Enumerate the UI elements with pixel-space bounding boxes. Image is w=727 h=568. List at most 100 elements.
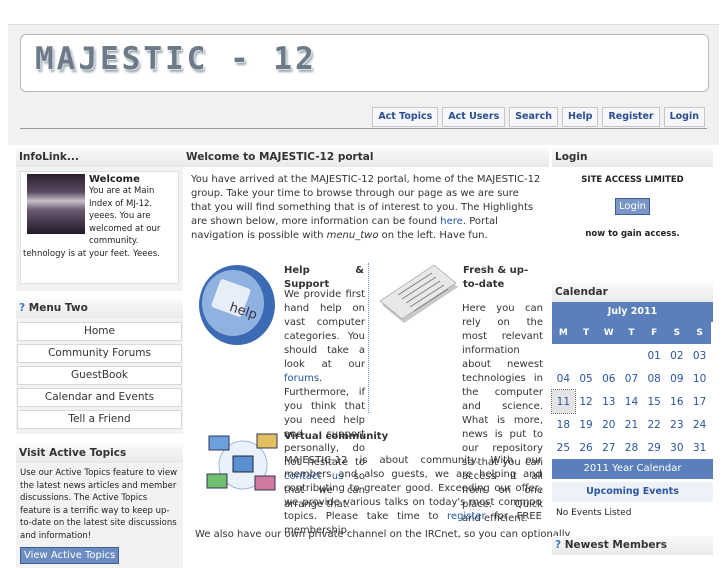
calendar-day[interactable]: 11 (551, 389, 576, 414)
no-events-text: No Events Listed (556, 508, 632, 518)
calendar-day[interactable]: 19 (575, 413, 598, 436)
weekday-label: W (597, 322, 621, 344)
login-button[interactable]: Login (615, 198, 650, 215)
calendar-day[interactable]: 15 (643, 390, 666, 413)
calendar-day[interactable]: 31 (688, 436, 711, 459)
calendar-title: Calendar (552, 283, 713, 302)
calendar-empty-cell (597, 344, 620, 367)
year-calendar-link[interactable]: 2011 Year Calendar (552, 459, 713, 479)
help-text-1: We provide first hand help on vast compu… (284, 289, 365, 370)
top-navigation: Act Topics Act Users Search Help Registe… (372, 107, 705, 127)
nav-login[interactable]: Login (663, 107, 705, 127)
menu-two-header: ? Menu Two (16, 299, 183, 318)
center-column: Welcome to MAJESTIC-12 portal You have a… (183, 148, 570, 540)
weekday-label: S (665, 322, 689, 344)
site-banner: MAJESTIC - 12 (20, 34, 709, 92)
calendar-day[interactable]: 21 (620, 413, 643, 436)
left-column: InfoLink... Welcome You are at Main Inde… (16, 148, 183, 568)
calendar-day[interactable]: 16 (666, 390, 689, 413)
login-box: SITE ACCESS LIMITED Login now to gain ac… (552, 167, 713, 269)
calendar-day[interactable]: 04 (552, 367, 575, 390)
right-column: Login SITE ACCESS LIMITED Login now to g… (551, 148, 713, 555)
calendar-day[interactable]: 09 (666, 367, 689, 390)
welcome-box: Welcome You are at Main Index of MJ-12. … (20, 171, 179, 284)
portal-title: Welcome to MAJESTIC-12 portal (183, 148, 549, 167)
nav-register[interactable]: Register (602, 107, 660, 127)
calendar-day[interactable]: 14 (620, 390, 643, 413)
infolink-title: InfoLink... (16, 148, 183, 167)
menu-item-community-forums[interactable]: Community Forums (17, 344, 182, 363)
calendar-grid: MTWTFSS 01 02 03 04 05 06 07 08 09 10 11 12 13 14 15 16… (551, 322, 711, 459)
weekday-label: T (574, 322, 598, 344)
calendar-empty-cell (552, 344, 575, 367)
calendar-day[interactable]: 07 (620, 367, 643, 390)
weekday-label: F (642, 322, 666, 344)
menu-item-home[interactable]: Home (17, 322, 182, 341)
menu-two-box: Home Community Forums GuestBook Calendar… (16, 318, 183, 434)
site-logo[interactable]: MAJESTIC - 12 (35, 41, 317, 77)
calendar-day[interactable]: 30 (666, 436, 689, 459)
visit-active-topics-text: Use our Active Topics feature to view th… (20, 468, 178, 541)
view-active-topics-button[interactable]: View Active Topics (20, 547, 120, 564)
nav-search[interactable]: Search (509, 107, 558, 127)
forums-link[interactable]: forums (284, 373, 319, 384)
weekday-label: T (620, 322, 643, 344)
virtual-community-text: MAJESTIC-12 is about community. With our… (284, 454, 542, 538)
infolink-box: Welcome You are at Main Index of MJ-12. … (16, 167, 183, 291)
menu-item-guestbook[interactable]: GuestBook (17, 366, 182, 385)
calendar-day[interactable]: 20 (597, 413, 620, 436)
upcoming-events-title: Upcoming Events (552, 482, 713, 502)
fresh-title: Fresh & up-to-date (463, 265, 529, 290)
calendar-day[interactable]: 17 (688, 390, 711, 413)
gain-access-text: now to gain access. (585, 229, 680, 239)
column-divider (368, 263, 369, 413)
calendar-day[interactable]: 26 (575, 436, 598, 459)
menu-two-title: Menu Two (28, 302, 88, 314)
calendar-day[interactable]: 02 (666, 344, 689, 367)
calendar-day[interactable]: 05 (575, 367, 598, 390)
calendar-day[interactable]: 18 (552, 413, 575, 436)
menu-two-mention: menu_two (326, 230, 379, 241)
calendar-day[interactable]: 06 (597, 367, 620, 390)
welcome-image (27, 174, 85, 234)
calendar-empty-cell (620, 344, 643, 367)
calendar-day[interactable]: 28 (620, 436, 643, 459)
visit-active-topics-title: Visit Active Topics (16, 444, 183, 463)
nav-act-topics[interactable]: Act Topics (372, 107, 439, 127)
calendar-day[interactable]: 25 (552, 436, 575, 459)
login-title: Login (552, 148, 713, 167)
calendar-day[interactable]: 12 (575, 390, 598, 413)
calendar-day[interactable]: 29 (643, 436, 666, 459)
calendar-day[interactable]: 03 (688, 344, 711, 367)
calendar-day[interactable]: 01 (643, 344, 666, 367)
nav-divider (20, 128, 707, 129)
calendar-day[interactable]: 13 (597, 390, 620, 413)
intro-paragraph: You have arrived at the MAJESTIC-12 port… (183, 167, 549, 243)
here-link[interactable]: here (440, 216, 463, 227)
virtual-community-image (205, 430, 281, 500)
calendar-day[interactable]: 23 (666, 413, 689, 436)
calendar-day[interactable]: 22 (643, 413, 666, 436)
calendar-day[interactable]: 10 (688, 367, 711, 390)
newest-members-title: Newest Members (564, 539, 667, 551)
calendar-day[interactable]: 27 (597, 436, 620, 459)
virtual-community-title: Virtual community (284, 431, 389, 442)
calendar-day[interactable]: 08 (643, 367, 666, 390)
intro-text-3: on the left. Have fun. (378, 230, 488, 241)
nav-act-users[interactable]: Act Users (442, 107, 506, 127)
newest-members-header: ? Newest Members (552, 536, 713, 555)
weekday-label: S (688, 322, 711, 344)
menu-item-calendar-events[interactable]: Calendar and Events (17, 388, 182, 407)
virtual-text-more: We also have our own private channel on … (195, 529, 571, 540)
calendar-day[interactable]: 24 (688, 413, 711, 436)
nav-help[interactable]: Help (562, 107, 599, 127)
visit-active-topics-box: Use our Active Topics feature to view th… (16, 463, 183, 568)
calendar-month: July 2011 (552, 302, 713, 322)
weekday-label: M (552, 322, 575, 344)
register-link[interactable]: register (447, 511, 486, 522)
menu-item-tell-a-friend[interactable]: Tell a Friend (17, 410, 182, 429)
calendar-box: July 2011 MTWTFSS 01 02 03 04 05 06 07 08 09 10 11… (551, 302, 713, 524)
question-icon: ? (555, 539, 565, 551)
site-access-limited: SITE ACCESS LIMITED (581, 175, 684, 185)
question-icon: ? (19, 302, 29, 314)
